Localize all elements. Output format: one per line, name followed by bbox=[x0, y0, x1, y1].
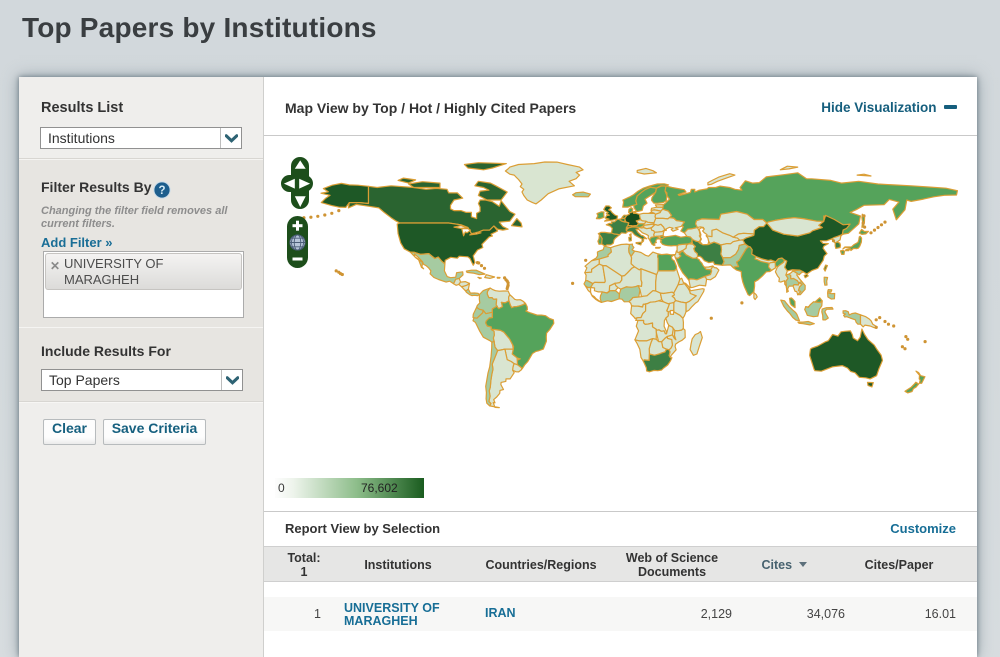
svg-text:?: ? bbox=[158, 185, 165, 197]
